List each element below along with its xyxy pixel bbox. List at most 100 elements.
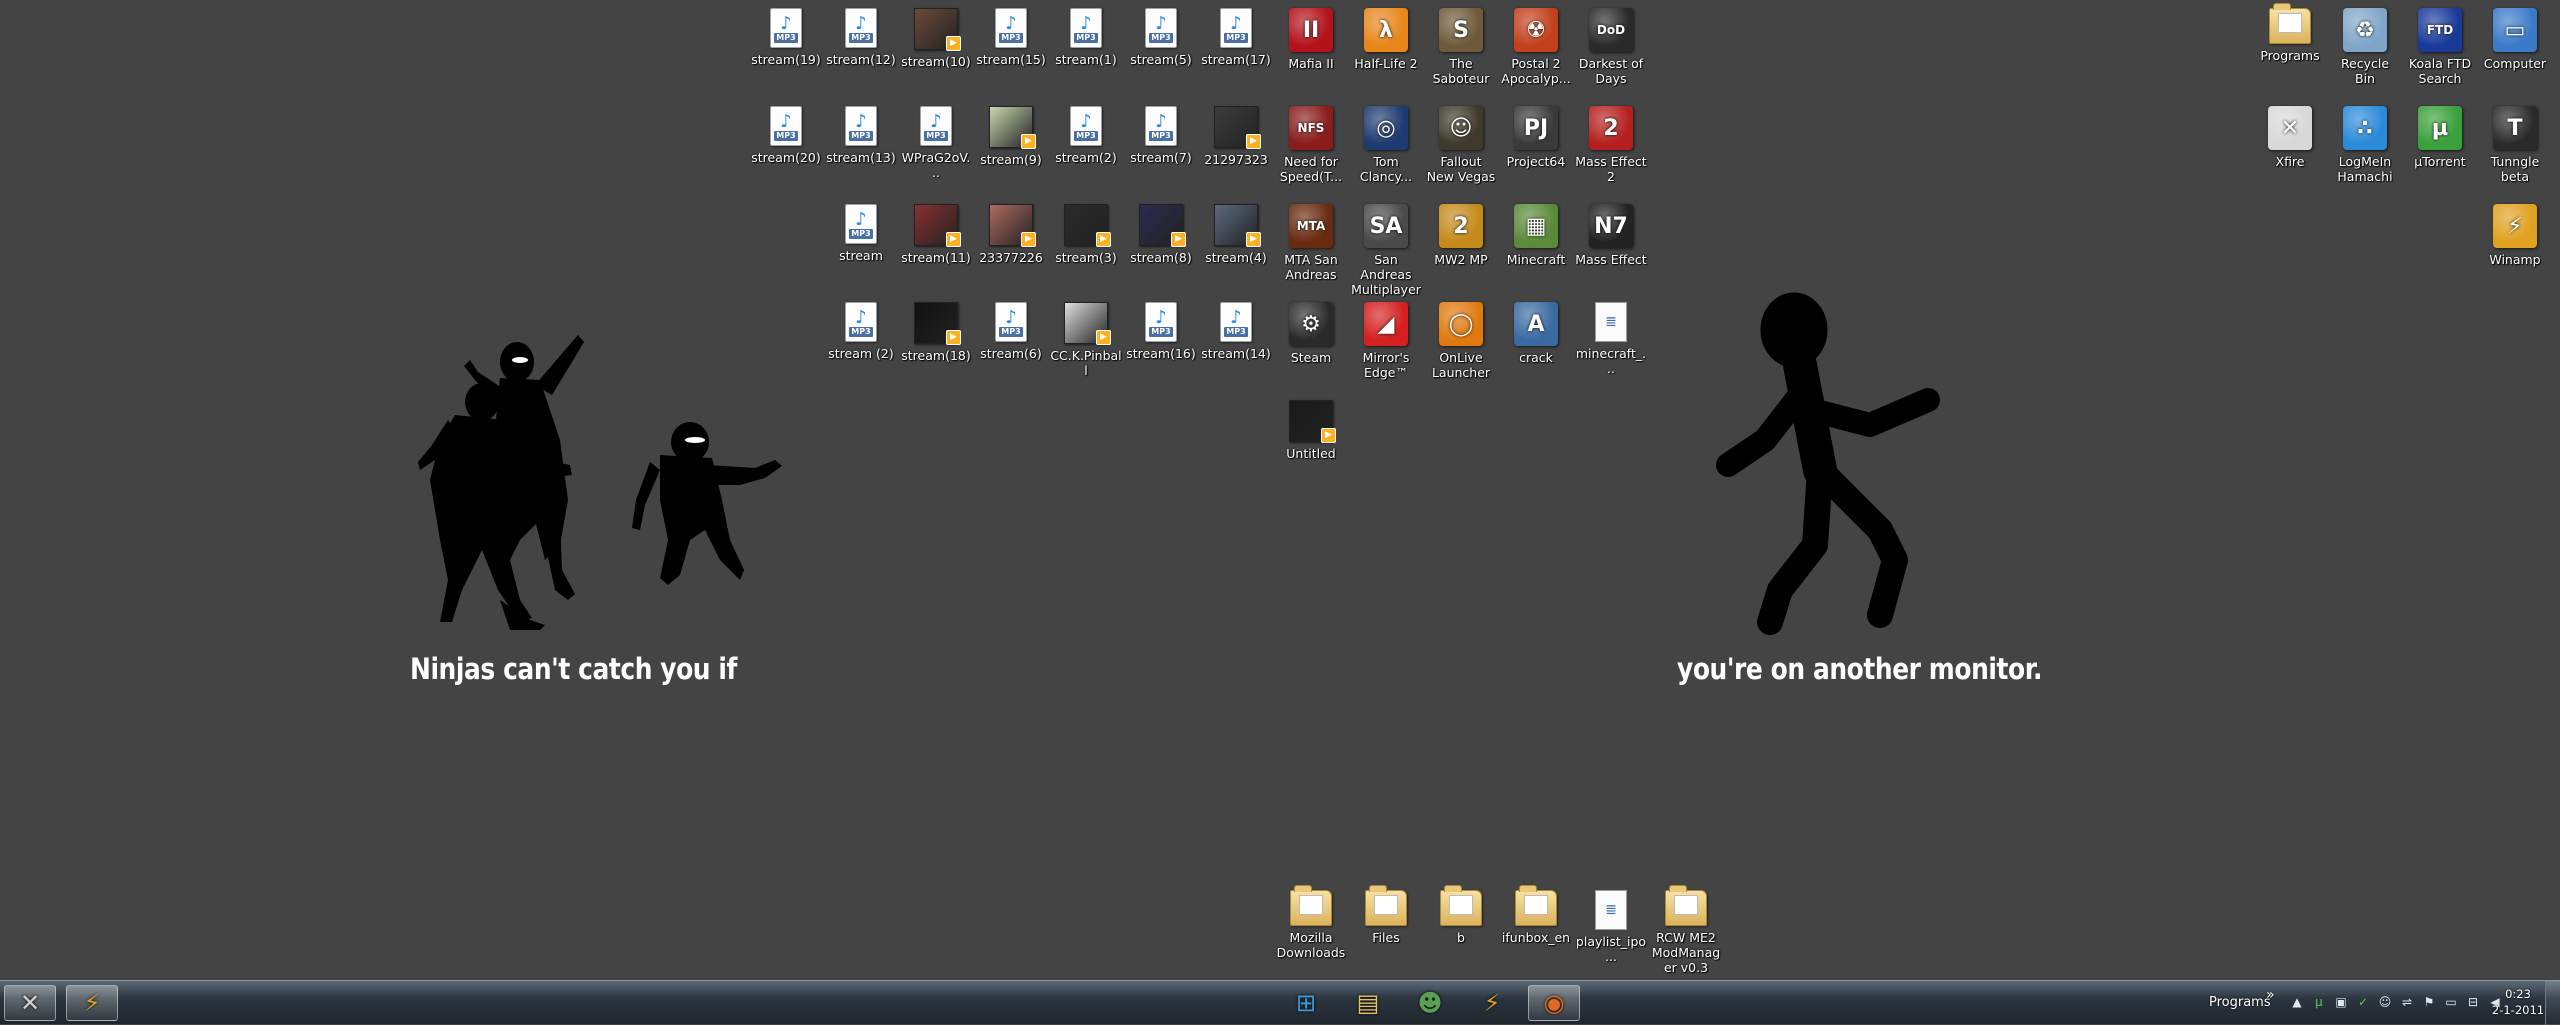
desktop-icon-stream-9[interactable]: ▶ stream(9) — [974, 100, 1048, 167]
tray-usb-icon[interactable]: ⇌ — [2400, 995, 2414, 1009]
messenger-taskbar[interactable]: ☻ — [1404, 985, 1456, 1021]
desktop-icon-stream-8[interactable]: ▶ stream(8) — [1124, 198, 1198, 265]
explorer-taskbar[interactable]: ▤ — [1342, 985, 1394, 1021]
desktop-icon-stream-13[interactable]: ♪ MP3 stream(13) — [824, 100, 898, 165]
desktop-icon-label: Tom Clancy... — [1359, 154, 1413, 184]
tray-network-icon[interactable]: ⊟ — [2466, 995, 2480, 1009]
desktop-icon-b[interactable]: b — [1424, 884, 1498, 945]
desktop-icon-ifunbox-en[interactable]: ifunbox_en — [1499, 884, 1573, 945]
desktop-icon-mafia-ii[interactable]: II Mafia II — [1274, 2, 1348, 71]
mp3-file-icon: ♪ MP3 — [845, 106, 877, 146]
desktop-icon-onlive-launcher[interactable]: ◯ OnLive Launcher — [1424, 296, 1498, 380]
mp3-file-icon: ♪ MP3 — [845, 302, 877, 342]
tray-xfire-icon[interactable]: ✓ — [2356, 995, 2370, 1009]
tray-messenger-icon[interactable]: ☺ — [2378, 995, 2392, 1009]
desktop-icon-files[interactable]: Files — [1349, 884, 1423, 945]
desktop-icon-mass-effect[interactable]: N7 Mass Effect — [1574, 198, 1648, 267]
start-icon: ⊞ — [1295, 989, 1317, 1017]
tray-programs-toolbar[interactable]: Programs — [2209, 995, 2271, 1010]
desktop-icon-rcw-me2-modmanager-v0-3[interactable]: RCW ME2 ModManager v0.3 — [1649, 884, 1723, 975]
desktop-icon-need-for-speed-t[interactable]: NFS Need for Speed(T... — [1274, 100, 1348, 184]
winamp-icon: ⚡ — [1483, 989, 1501, 1017]
desktop-icon-koala-ftd-search[interactable]: FTD Koala FTD Search — [2403, 2, 2477, 86]
tray-flag-icon[interactable]: ⚑ — [2422, 995, 2436, 1009]
desktop-icon-tom-clancy[interactable]: ◎ Tom Clancy... — [1349, 100, 1423, 184]
desktop-icon-stream-12[interactable]: ♪ MP3 stream(12) — [824, 2, 898, 67]
desktop-icon-label: Project64 — [1506, 154, 1566, 169]
desktop-icon-stream-6[interactable]: ♪ MP3 stream(6) — [974, 296, 1048, 361]
desktop-icon-half-life-2[interactable]: λ Half-Life 2 — [1349, 2, 1423, 71]
desktop-icon-label: Steam — [1290, 350, 1332, 365]
desktop-icon-wprag2ov[interactable]: ♪ MP3 WPraG2oV... — [899, 100, 973, 180]
desktop-icon-fallout-new-vegas[interactable]: ☺ Fallout New Vegas — [1424, 100, 1498, 184]
mafia-ii-icon: II — [1289, 8, 1333, 52]
desktop-icon-stream-14[interactable]: ♪ MP3 stream(14) — [1199, 296, 1273, 361]
desktop-icon-stream-1[interactable]: ♪ MP3 stream(1) — [1049, 2, 1123, 67]
desktop-icon-label: stream (2) — [828, 346, 894, 361]
desktop-icon-label: stream(6) — [980, 346, 1042, 361]
tray-toolbar-overflow-icon[interactable]: » — [2266, 987, 2275, 1003]
desktop-icon-cc-k-pinball[interactable]: ▶ CC.K.Pinball — [1049, 296, 1123, 378]
desktop-icon-mass-effect-2[interactable]: 2 Mass Effect 2 — [1574, 100, 1648, 184]
desktop-icon-stream-16[interactable]: ♪ MP3 stream(16) — [1124, 296, 1198, 361]
desktop-icon-stream-17[interactable]: ♪ MP3 stream(17) — [1199, 2, 1273, 67]
desktop-icon-minecraft[interactable]: ≣ minecraft_... — [1574, 296, 1648, 376]
media-overlay-icon: ▶ — [1021, 134, 1036, 149]
desktop-icon-stream-2[interactable]: ♪ MP3 stream (2) — [824, 296, 898, 361]
desktop-icon-computer[interactable]: ▭ Computer — [2478, 2, 2552, 71]
desktop-icon-untitled[interactable]: ▶ Untitled — [1274, 394, 1348, 461]
desktop-icon-label: Recycle Bin — [2340, 56, 2390, 86]
desktop[interactable]: Ninjas can't catch you if you're on anot… — [0, 0, 2560, 980]
desktop-icon-recycle-bin[interactable]: ♻ Recycle Bin — [2328, 2, 2402, 86]
desktop-icon-stream-10[interactable]: ▶ stream(10) — [899, 2, 973, 69]
desktop-icon-tunngle-beta[interactable]: T Tunngle beta — [2478, 100, 2552, 184]
desktop-icon-postal-2-apocalyp[interactable]: ☢ Postal 2 Apocalyp... — [1499, 2, 1573, 86]
desktop-icon-torrent[interactable]: µ µTorrent — [2403, 100, 2477, 169]
desktop-icon-mw2-mp[interactable]: 2 MW2 MP — [1424, 198, 1498, 267]
desktop-icon-stream-3[interactable]: ▶ stream(3) — [1049, 198, 1123, 265]
desktop-icon-xfire[interactable]: ✕ Xfire — [2253, 100, 2327, 169]
logmein-hamachi-icon: ∴ — [2343, 106, 2387, 150]
desktop-icon-21297323[interactable]: ▶ 21297323 — [1199, 100, 1273, 167]
desktop-icon-mta-san-andreas[interactable]: MTA MTA San Andreas — [1274, 198, 1348, 282]
firefox-taskbar[interactable]: ◉ — [1528, 985, 1580, 1021]
desktop-icon-label: stream(7) — [1130, 150, 1192, 165]
desktop-icon-steam[interactable]: ⚙ Steam — [1274, 296, 1348, 365]
tray-utorrent-icon[interactable]: µ — [2312, 995, 2326, 1009]
desktop-icon-mozilla-downloads[interactable]: Mozilla Downloads — [1274, 884, 1348, 960]
desktop-icon-stream-18[interactable]: ▶ stream(18) — [899, 296, 973, 363]
desktop-icon-playlist-ipo[interactable]: ≣ playlist_ipo... — [1574, 884, 1648, 964]
desktop-icon-logmein-hamachi[interactable]: ∴ LogMeIn Hamachi — [2328, 100, 2402, 184]
desktop-icon-stream-19[interactable]: ♪ MP3 stream(19) — [749, 2, 823, 67]
desktop-icon-stream-15[interactable]: ♪ MP3 stream(15) — [974, 2, 1048, 67]
tray-display-icon[interactable]: ▣ — [2334, 995, 2348, 1009]
san-andreas-multiplayer-icon: SA — [1364, 204, 1408, 248]
desktop-icon-stream-7[interactable]: ♪ MP3 stream(7) — [1124, 100, 1198, 165]
desktop-icon-programs[interactable]: Programs — [2253, 2, 2327, 63]
desktop-icon-minecraft[interactable]: ▦ Minecraft — [1499, 198, 1573, 267]
winamp-taskbar-2[interactable]: ⚡ — [1466, 985, 1518, 1021]
desktop-icon-project64[interactable]: PJ Project64 — [1499, 100, 1573, 169]
tray-show-hidden-icon[interactable]: ▲ — [2290, 995, 2304, 1009]
tray-clock[interactable]: 0:23 2-1-2011 — [2490, 986, 2546, 1018]
desktop-icon-23377226[interactable]: ▶ 23377226 — [974, 198, 1048, 265]
show-desktop-button[interactable] — [2545, 981, 2560, 1025]
winamp-taskbar[interactable]: ⚡ — [66, 985, 118, 1021]
desktop-icon-stream-5[interactable]: ♪ MP3 stream(5) — [1124, 2, 1198, 67]
start-orb[interactable]: ⊞ — [1280, 985, 1332, 1021]
desktop-icon-label: The Saboteur — [1432, 56, 1490, 86]
xfire-taskbar[interactable]: ✕ — [4, 985, 56, 1021]
desktop-icon-mirror-s-edge[interactable]: ◢ Mirror's Edge™ — [1349, 296, 1423, 380]
desktop-icon-darkest-of-days[interactable]: DoD Darkest of Days — [1574, 2, 1648, 86]
desktop-icon-stream-20[interactable]: ♪ MP3 stream(20) — [749, 100, 823, 165]
desktop-icon-stream-2[interactable]: ♪ MP3 stream(2) — [1049, 100, 1123, 165]
tray-power-icon[interactable]: ▭ — [2444, 995, 2458, 1009]
desktop-icon-stream-4[interactable]: ▶ stream(4) — [1199, 198, 1273, 265]
desktop-icon-san-andreas-multiplayer[interactable]: SA San Andreas Multiplayer — [1349, 198, 1423, 297]
mp3-file-icon: ♪ MP3 — [770, 8, 802, 48]
desktop-icon-stream-11[interactable]: ▶ stream(11) — [899, 198, 973, 265]
desktop-icon-stream[interactable]: ♪ MP3 stream — [824, 198, 898, 263]
desktop-icon-winamp[interactable]: ⚡ Winamp — [2478, 198, 2552, 267]
desktop-icon-the-saboteur[interactable]: S The Saboteur — [1424, 2, 1498, 86]
desktop-icon-crack[interactable]: Acrack — [1499, 296, 1573, 365]
